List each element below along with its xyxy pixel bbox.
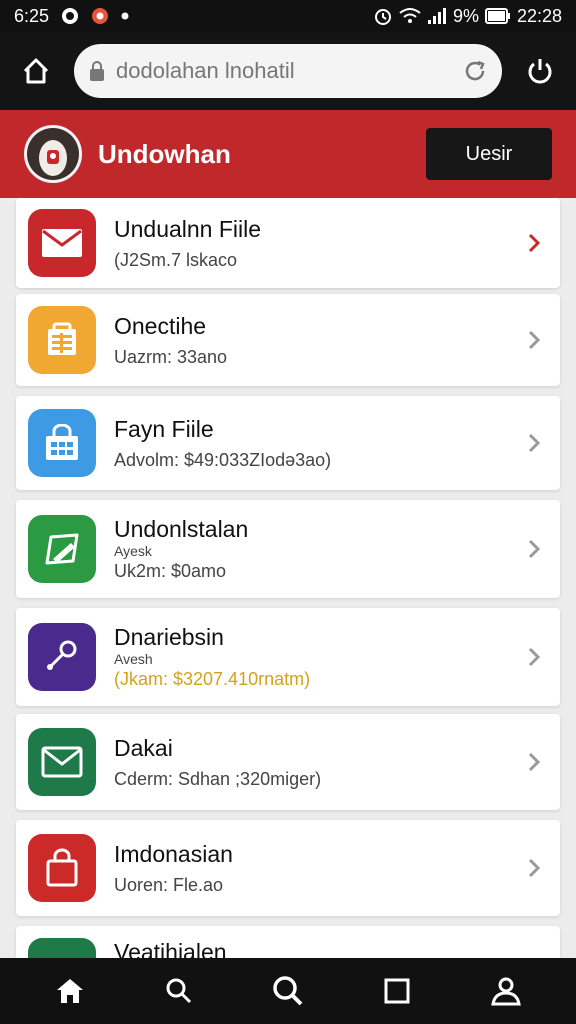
item-title: Undualnn Fiile bbox=[114, 215, 262, 242]
reload-icon[interactable] bbox=[462, 58, 488, 84]
list-item[interactable]: Imdonasian Uoren: Fle.ao bbox=[16, 820, 560, 916]
battery-percent: 9% bbox=[452, 5, 479, 26]
item-title: Dnariebsin bbox=[114, 624, 224, 651]
avatar[interactable] bbox=[24, 125, 82, 183]
mail-icon bbox=[28, 209, 96, 277]
alarm-icon bbox=[373, 6, 393, 26]
browser-home-button[interactable] bbox=[14, 49, 58, 93]
lock-icon bbox=[90, 61, 104, 81]
item-title: Fayn Fiile bbox=[114, 415, 214, 442]
chevron-right-icon bbox=[522, 231, 546, 255]
header-action-button[interactable]: Uesir bbox=[426, 128, 552, 180]
basket-icon bbox=[28, 409, 96, 477]
list-item[interactable]: Onectihe Uazrm: 33ano bbox=[16, 294, 560, 386]
envelope-icon bbox=[28, 728, 96, 796]
square-icon bbox=[384, 978, 410, 1004]
item-title: Undonlstalan bbox=[114, 516, 249, 543]
key-icon bbox=[28, 623, 96, 691]
list-item[interactable]: Dakai Cderm: Sdhan ;320miger) bbox=[16, 714, 560, 810]
nav-recent[interactable] bbox=[367, 966, 427, 1016]
power-button[interactable] bbox=[518, 49, 562, 93]
list-item[interactable]: Undualnn Fiile (J2Sm.7 lskaco bbox=[16, 198, 560, 288]
bag-icon bbox=[28, 834, 96, 902]
chevron-right-icon bbox=[522, 856, 546, 880]
item-subtitle: Cderm: Sdhan ;320miger) bbox=[114, 768, 322, 789]
item-subtitle: Advolm: $49:033ZIodə3ao) bbox=[114, 449, 332, 470]
list-item[interactable]: Dnariebsin Avesh (Jkam: $3207.410rnatm) bbox=[16, 608, 560, 706]
item-subtitle: (Jkam: $3207.410rnatm) bbox=[114, 669, 311, 690]
bottom-nav bbox=[0, 958, 576, 1024]
chevron-right-icon bbox=[522, 750, 546, 774]
item-title: Imdonasian bbox=[114, 840, 233, 867]
home-icon bbox=[23, 58, 49, 84]
chevron-right-icon bbox=[522, 328, 546, 352]
folder-icon bbox=[28, 938, 96, 958]
chevron-right-icon bbox=[522, 537, 546, 561]
battery-icon bbox=[484, 8, 511, 24]
app-header: Undowhan Uesir bbox=[0, 110, 576, 198]
nav-profile[interactable] bbox=[476, 966, 536, 1016]
status-time-left: 6:25 bbox=[14, 5, 50, 26]
app-title: Undowhan bbox=[98, 138, 231, 169]
chevron-right-icon bbox=[522, 645, 546, 669]
power-icon bbox=[528, 59, 552, 84]
item-title: Veatihialen bbox=[114, 939, 227, 958]
home-icon bbox=[57, 979, 84, 1003]
item-subtitle: (J2Sm.7 lskaco bbox=[114, 249, 238, 270]
calendar-icon bbox=[28, 306, 96, 374]
nav-home[interactable] bbox=[40, 966, 100, 1016]
nav-search[interactable] bbox=[149, 966, 209, 1016]
notification-app-icon bbox=[91, 7, 109, 25]
url-text: dodolahan lnohatil bbox=[116, 58, 295, 83]
chevron-right-icon bbox=[522, 431, 546, 455]
status-time-right: 22:28 bbox=[516, 5, 562, 26]
item-title: Dakai bbox=[114, 734, 173, 761]
url-bar[interactable]: dodolahan lnohatil bbox=[74, 44, 502, 98]
item-subtitle: Uazrm: 33ano bbox=[114, 346, 228, 367]
status-bar: 6:25 9% 22:28 bbox=[0, 0, 576, 32]
browser-app-icon bbox=[61, 7, 79, 25]
list-item[interactable]: Veatihialen bbox=[16, 926, 560, 958]
wifi-icon bbox=[399, 7, 421, 25]
dot-icon bbox=[121, 12, 129, 20]
profile-icon bbox=[490, 977, 521, 1006]
list-item[interactable]: Fayn Fiile Advolm: $49:033ZIodə3ao) bbox=[16, 396, 560, 490]
avatar-emblem-icon bbox=[27, 128, 79, 180]
item-label: Avesh bbox=[114, 650, 153, 667]
item-label: Ayesk bbox=[114, 542, 152, 559]
signal-icon bbox=[427, 7, 447, 25]
magnifier-icon bbox=[273, 976, 303, 1006]
file-list: Undualnn Fiile (J2Sm.7 lskaco Onectihe U… bbox=[0, 198, 576, 958]
item-subtitle: Uoren: Fle.ao bbox=[114, 874, 224, 895]
list-item[interactable]: Undonlstalan Ayesk Uk2m: $0amo bbox=[16, 500, 560, 598]
item-title: Onectihe bbox=[114, 312, 207, 339]
browser-bar: dodolahan lnohatil bbox=[0, 32, 576, 110]
edit-icon bbox=[28, 515, 96, 583]
search-icon bbox=[166, 978, 192, 1004]
nav-discover[interactable] bbox=[258, 966, 318, 1016]
item-subtitle: Uk2m: $0amo bbox=[114, 561, 227, 582]
